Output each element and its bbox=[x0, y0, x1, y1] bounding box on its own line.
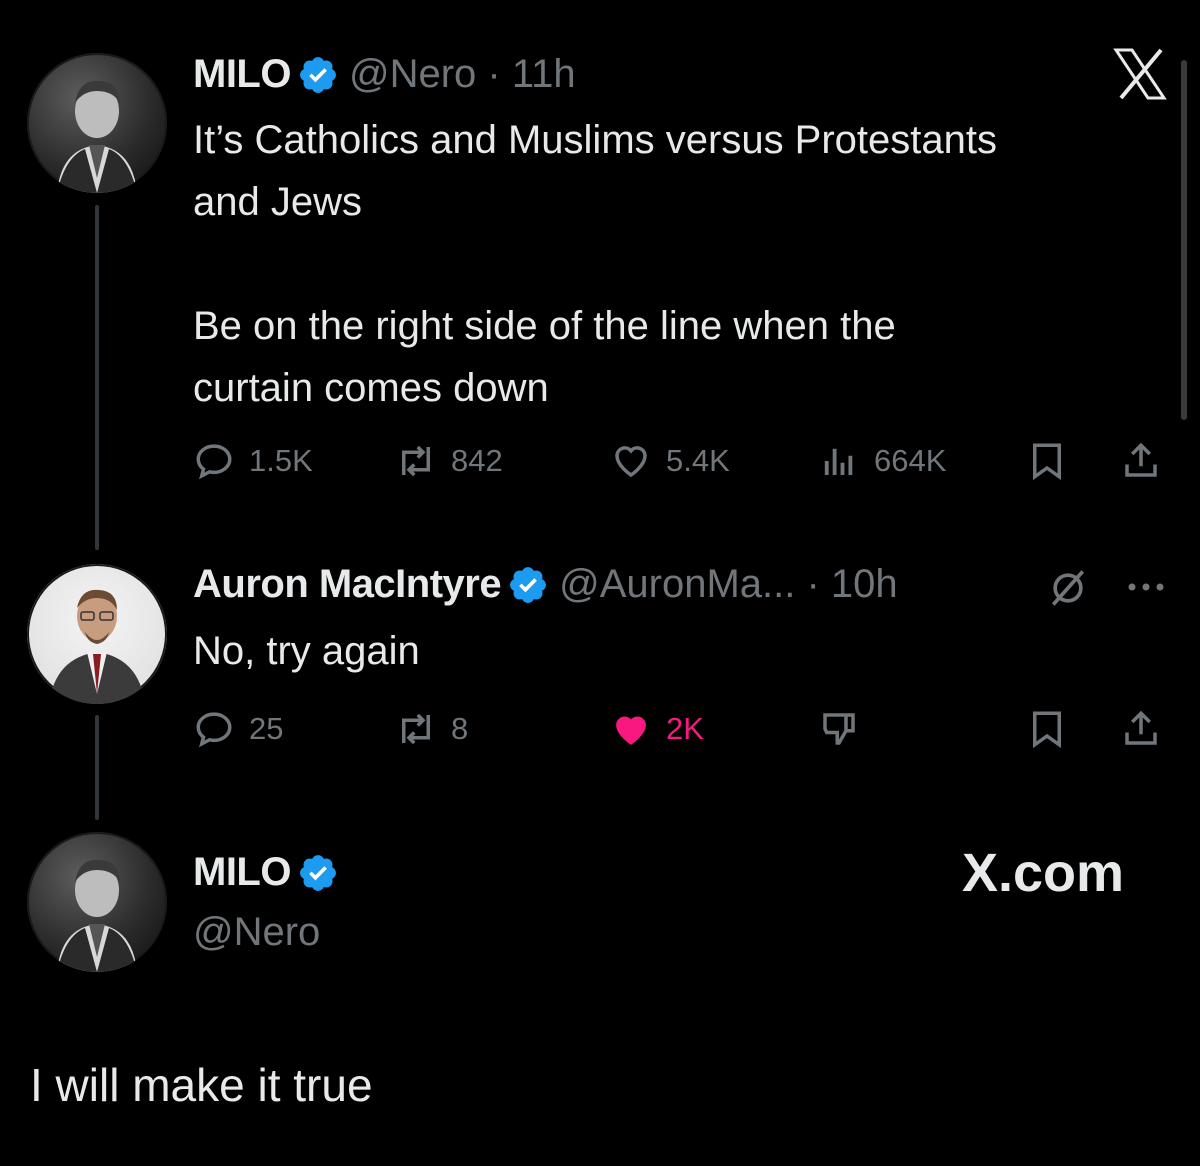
analytics-icon bbox=[824, 448, 853, 475]
tweet-time[interactable]: 10h bbox=[831, 562, 898, 607]
thread-line bbox=[95, 205, 99, 550]
bookmark-icon bbox=[1033, 443, 1061, 481]
tweet-time[interactable]: 11h bbox=[512, 52, 576, 97]
author-handle[interactable]: @AuronMa... bbox=[559, 562, 795, 607]
scrollbar[interactable] bbox=[1181, 60, 1187, 420]
tweet-text: No, try again bbox=[193, 629, 420, 673]
reply-count: 1.5K bbox=[249, 443, 313, 478]
repost-count: 842 bbox=[451, 443, 503, 478]
reply-button[interactable]: 25 bbox=[193, 708, 283, 750]
bookmark-icon bbox=[1033, 711, 1061, 749]
like-button[interactable]: 2K bbox=[610, 708, 704, 750]
repost-button[interactable]: 8 bbox=[395, 708, 468, 750]
avatar-milo[interactable] bbox=[27, 53, 167, 193]
share-icon bbox=[1125, 710, 1157, 745]
separator-dot: · bbox=[476, 52, 512, 96]
verified-badge-icon bbox=[510, 566, 547, 603]
more-options-icon[interactable] bbox=[1124, 575, 1168, 604]
heart-filled-icon bbox=[616, 716, 646, 745]
tweet-text: It’s Catholics and Muslims versus Protes… bbox=[193, 118, 998, 410]
avatar-milo[interactable] bbox=[27, 832, 167, 972]
bookmark-button[interactable] bbox=[1026, 440, 1082, 482]
views-button[interactable]: 664K bbox=[818, 440, 946, 482]
author-name[interactable]: MILO bbox=[193, 850, 291, 895]
author-name[interactable]: Auron MacIntyre bbox=[193, 562, 502, 607]
share-icon bbox=[1125, 442, 1157, 477]
tweet-text: I will make it true bbox=[30, 1059, 373, 1111]
verified-badge-icon bbox=[300, 56, 336, 93]
reply-count: 25 bbox=[249, 711, 284, 746]
heart-icon bbox=[615, 446, 647, 478]
like-button[interactable]: 5.4K bbox=[610, 440, 730, 482]
avatar-auron[interactable] bbox=[27, 564, 167, 704]
author-handle[interactable]: @Nero bbox=[193, 910, 320, 955]
bookmark-button[interactable] bbox=[1026, 708, 1082, 750]
thread-line bbox=[95, 715, 99, 820]
reply-button[interactable]: 1.5K bbox=[193, 440, 313, 482]
repost-count: 8 bbox=[451, 711, 469, 746]
downvote-button[interactable] bbox=[818, 708, 874, 750]
share-button[interactable] bbox=[1120, 440, 1176, 482]
author-name[interactable]: MILO bbox=[193, 52, 291, 97]
thumbs-down-icon bbox=[823, 713, 855, 745]
views-count: 664K bbox=[874, 443, 947, 478]
reply-icon bbox=[196, 444, 232, 480]
repost-icon bbox=[402, 445, 430, 477]
repost-button[interactable]: 842 bbox=[395, 440, 503, 482]
reply-icon bbox=[196, 712, 232, 748]
like-count: 2K bbox=[666, 711, 704, 746]
separator-dot: · bbox=[795, 562, 831, 606]
author-handle[interactable]: @Nero bbox=[349, 52, 476, 97]
grok-icon[interactable] bbox=[1046, 566, 1090, 615]
brand-watermark: X.com bbox=[962, 843, 1125, 903]
repost-icon bbox=[402, 713, 430, 745]
share-button[interactable] bbox=[1120, 708, 1176, 750]
verified-badge-icon bbox=[300, 854, 336, 891]
x-logo-icon bbox=[1112, 48, 1168, 105]
like-count: 5.4K bbox=[666, 443, 730, 478]
